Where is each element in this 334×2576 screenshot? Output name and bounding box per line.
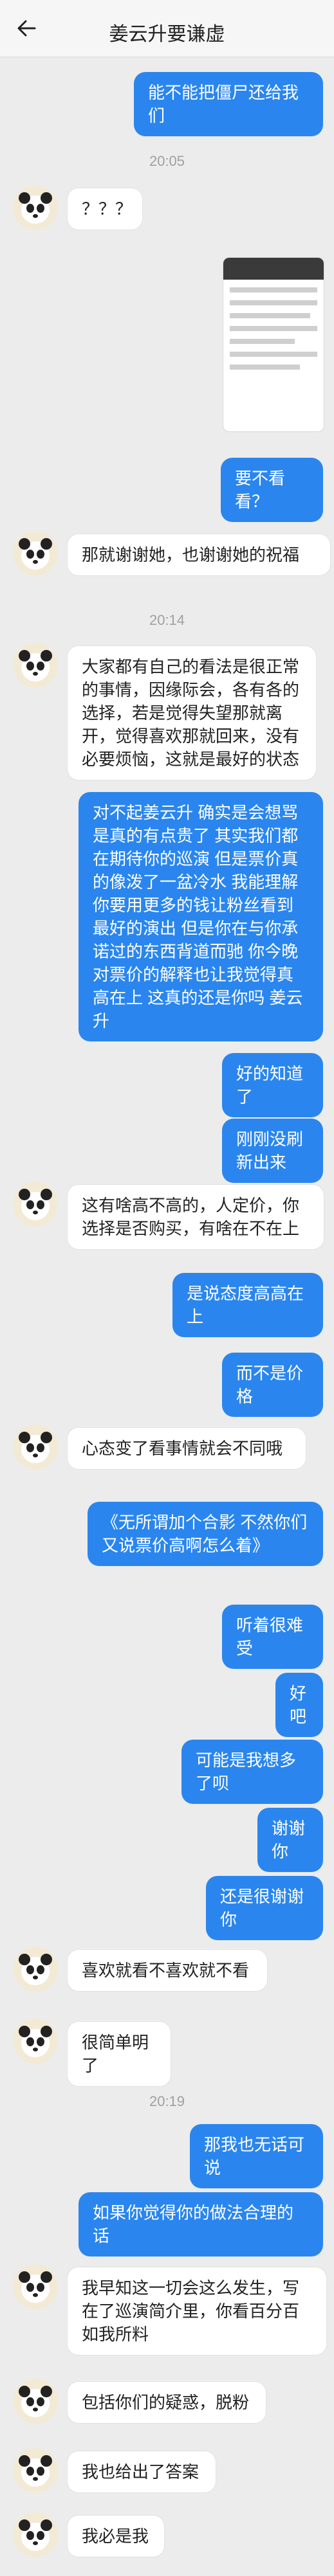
screenshot-image-message[interactable] <box>223 257 324 432</box>
message-outgoing[interactable]: 刚刚没刷新出来 <box>222 1119 323 1183</box>
panda-avatar-icon[interactable] <box>13 2512 58 2557</box>
panda-avatar-icon[interactable] <box>13 2019 58 2064</box>
panda-avatar-icon[interactable] <box>13 2379 58 2424</box>
message-incoming[interactable]: 我早知这一切会这么发生，写在了巡演简介里，你看百分百如我所料 <box>67 2267 327 2355</box>
panda-avatar-icon[interactable] <box>13 1425 58 1470</box>
message-outgoing[interactable]: 谢谢你 <box>257 1808 323 1872</box>
message-outgoing[interactable]: 是说态度高高在上 <box>172 1273 323 1337</box>
message-outgoing[interactable]: 要不看看？ <box>221 458 323 522</box>
panda-avatar-icon[interactable] <box>13 185 58 230</box>
message-incoming[interactable]: ？？？ <box>67 188 143 230</box>
message-incoming[interactable]: 那就谢谢她，也谢谢她的祝福 <box>67 534 331 576</box>
panda-avatar-icon[interactable] <box>13 2448 58 2493</box>
panda-avatar-icon[interactable] <box>13 643 58 688</box>
panda-avatar-icon[interactable] <box>13 2264 58 2309</box>
message-incoming[interactable]: 这有啥高不高的，人定价，你选择是否购买，有啥在不在上 <box>67 1184 324 1250</box>
message-outgoing[interactable]: 可能是我想多了呗 <box>181 1740 323 1804</box>
message-incoming[interactable]: 我必是我 <box>67 2515 165 2557</box>
message-outgoing[interactable]: 如果你觉得你的做法合理的话 <box>79 2192 323 2256</box>
chat-header: 姜云升要谦虚 <box>0 0 334 57</box>
message-outgoing[interactable]: 而不是价格 <box>222 1353 323 1417</box>
message-incoming[interactable]: 很简单明了 <box>67 2021 171 2087</box>
message-outgoing[interactable]: 对不起姜云升 确实是会想骂是真的有点贵了 其实我们都在期待你的巡演 但是票价真的… <box>79 792 323 1041</box>
message-outgoing[interactable]: 听着很难受 <box>222 1605 323 1669</box>
message-incoming[interactable]: 包括你们的疑惑，脱粉 <box>67 2381 266 2424</box>
panda-avatar-icon[interactable] <box>13 531 58 576</box>
chat-title: 姜云升要谦虚 <box>109 24 225 45</box>
panda-avatar-icon[interactable] <box>13 1182 58 1227</box>
message-outgoing[interactable]: 好吧 <box>275 1673 323 1737</box>
message-outgoing[interactable]: 能不能把僵尸还给我们 <box>134 72 323 136</box>
panda-avatar-icon[interactable] <box>13 1947 58 1992</box>
timestamp: 20:19 <box>149 2093 185 2109</box>
message-outgoing[interactable]: 还是很谢谢你 <box>206 1876 323 1940</box>
message-incoming[interactable]: 大家都有自己的看法是很正常的事情，因缘际会，各有各的选择，若是觉得失望那就离开，… <box>67 645 317 780</box>
timestamp: 20:05 <box>149 153 185 169</box>
message-outgoing[interactable]: 那我也无话可说 <box>190 2124 323 2188</box>
message-incoming[interactable]: 喜欢就看不喜欢就不看 <box>67 1949 268 1992</box>
message-outgoing[interactable]: 好的知道了 <box>222 1053 323 1117</box>
message-incoming[interactable]: 我也给出了答案 <box>67 2451 216 2493</box>
message-incoming[interactable]: 心态变了看事情就会不同哦 <box>67 1427 306 1470</box>
message-outgoing[interactable]: 《无所谓加个合影 不然你们又说票价高啊怎么着》 <box>88 1502 323 1566</box>
timestamp: 20:14 <box>149 612 185 628</box>
